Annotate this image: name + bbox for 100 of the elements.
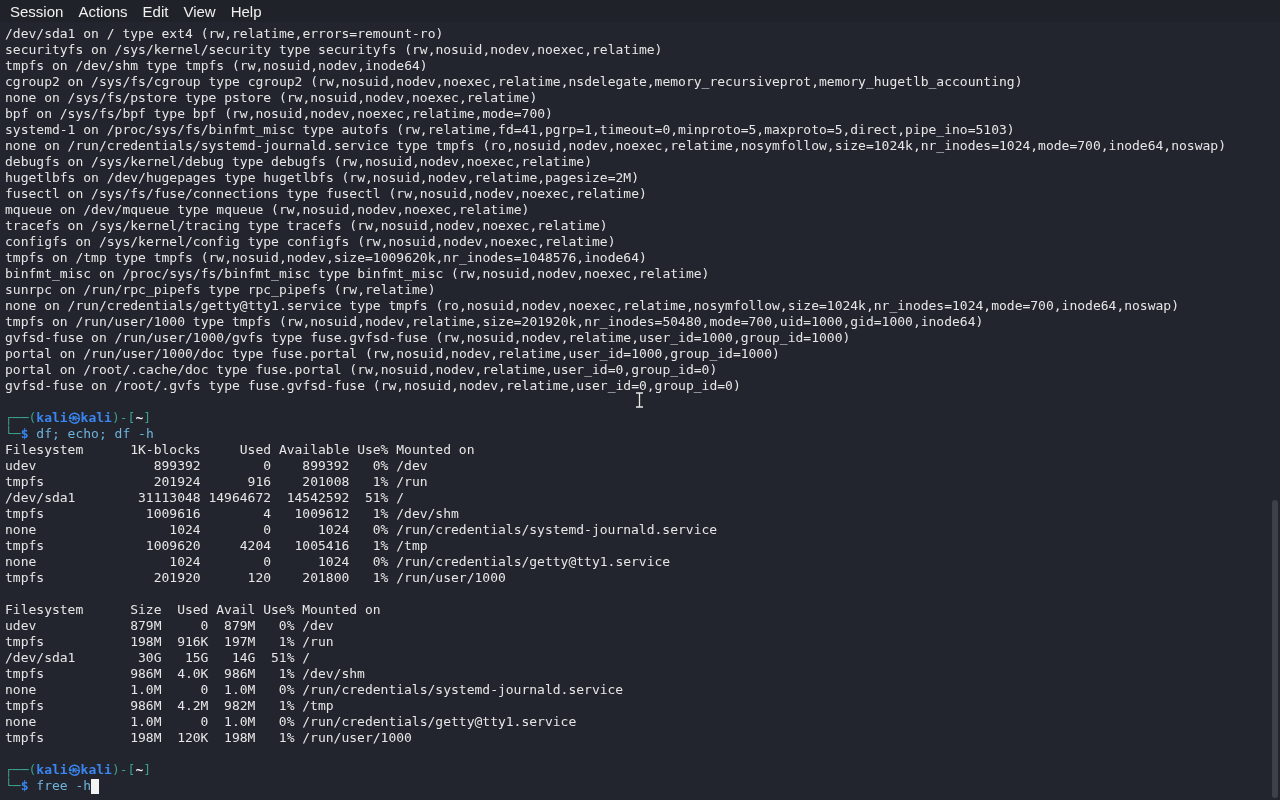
column-header: Size [129, 602, 162, 618]
table-cell-text: 1% [277, 666, 295, 682]
table-cell-text: 14542592 [285, 490, 350, 506]
table-cell-text: 1.0M [129, 714, 162, 730]
output-line: cgroup2 on /sys/fs/cgroup type cgroup2 (rw,nosuid,nodev,noexec,relatime,nsdelegate,memory_recursiveprot,memory_hugetlb_accounting) [5, 74, 1024, 90]
column-header: Avail [216, 602, 256, 618]
table-cell-text: 198M [223, 730, 256, 746]
column-header: Filesystem [5, 602, 85, 618]
output-line: sunrpc on /run/rpc_pipefs type rpc_pipefs (rw,relatime) [5, 282, 437, 298]
table-cell-text: /dev [302, 618, 335, 634]
output-line: hugetlbfs on /dev/hugepages type hugetlbfs (rw,nosuid,nodev,relatime,pagesize=2M) [5, 170, 640, 186]
table-cell-text: 15G [183, 650, 209, 666]
table-cell-text: / [302, 650, 312, 666]
output-line: tracefs on /sys/kernel/tracing type tracefs (rw,nosuid,nodev,noexec,relatime) [5, 218, 609, 234]
output-line: bpf on /sys/fs/bpf type bpf (rw,nosuid,nodev,noexec,relatime,mode=700) [5, 106, 554, 122]
table-cell-text: 916K [176, 634, 209, 650]
ibeam-pointer-icon [635, 392, 644, 408]
table-cell-text: none [5, 714, 38, 730]
output-line: none on /run/credentials/systemd-journald.service type tmpfs (ro,nosuid,nodev,noexec,relatime,nosymfollow,size=1024k,nr_inodes=1024,mode=700,inode64,noswap) [5, 138, 1227, 154]
table-cell-text: 0% [371, 522, 389, 538]
output-line: portal on /root/.cache/doc type fuse.portal (rw,nosuid,nodev,relatime,user_id=0,group_id=0) [5, 362, 719, 378]
table-cell: 14964672 [208, 490, 272, 506]
table-cell-text: 1% [277, 634, 295, 650]
menu-item[interactable]: View [183, 2, 216, 20]
prompt-line: ┌──(kali㉿kali)-[~] [5, 410, 152, 426]
table-cell-text: /dev/shm [302, 666, 366, 682]
table-cell-text: 198M [129, 730, 162, 746]
menu-item[interactable]: Session [10, 2, 64, 20]
table-cell-text: 1024 [317, 554, 350, 570]
table-cell-text: 1% [277, 698, 295, 714]
column-header: Filesystem [5, 442, 85, 458]
table-cell-text: tmpfs [5, 666, 46, 682]
output-line: tmpfs on /dev/shm type tmpfs (rw,nosuid,nodev,inode64) [5, 58, 429, 74]
column-header: Mounted on [302, 602, 382, 618]
output-line: /dev/sda1 on / type ext4 (rw,relatime,errors=remount-ro) [5, 26, 445, 42]
column-header: Use% [357, 442, 389, 458]
menu-item[interactable]: Edit [142, 2, 169, 20]
output-line: tmpfs on /run/user/1000 type tmpfs (rw,nosuid,nodev,relatime,size=201920k,nr_inodes=50480,mode=700,uid=1000,gid=1000,inode64) [5, 314, 985, 330]
table-cell-text: 30G [137, 650, 162, 666]
table-cell-text: /run/user/1000 [302, 730, 413, 746]
output-line: portal on /run/user/1000/doc type fuse.portal (rw,nosuid,nodev,relatime,user_id=1000,group_id=1000) [5, 346, 781, 362]
table-cell-text: 31113048 [137, 490, 201, 506]
table-cell-text: 1% [277, 730, 295, 746]
table-cell-text: 201800 [301, 570, 350, 586]
output-line: fusectl on /sys/fs/fuse/connections type fusectl (rw,nosuid,nodev,noexec,relatime) [5, 186, 648, 202]
menu-item[interactable]: Actions [78, 2, 128, 20]
table-cell-text: 14G [230, 650, 256, 666]
table-cell-text: 0 [199, 714, 209, 730]
table-cell-text: 4.0K [176, 666, 209, 682]
table-cell-text: 0% [277, 714, 295, 730]
table-cell-text: 201008 [301, 474, 350, 490]
table-cell-text: 0% [371, 554, 389, 570]
table-cell-text: / [396, 490, 406, 506]
table-cell-text: none [5, 682, 38, 698]
table-cell-text: 120K [176, 730, 209, 746]
table-cell-text: 1009616 [144, 506, 201, 522]
output-line: tmpfs on /tmp type tmpfs (rw,nosuid,nodev,size=1009620k,nr_inodes=1048576,inode64) [5, 250, 648, 266]
column-header: Used [176, 602, 209, 618]
table-cell-text: 4.2M [176, 698, 209, 714]
scrollbar-thumb[interactable] [1272, 500, 1278, 798]
table-cell-text: 982M [223, 698, 256, 714]
table-cell-text: /tmp [396, 538, 429, 554]
table-cell-text: 1% [371, 538, 389, 554]
table-cell-text: none [5, 522, 38, 538]
table-cell-text: 1% [371, 506, 389, 522]
table-cell-text: 0 [199, 618, 209, 634]
table-cell-text: 879M [129, 618, 162, 634]
table-cell-text: /run/credentials/systemd-journald.service [396, 522, 719, 538]
table-cell-text: 0% [277, 682, 295, 698]
table-cell-text: 4204 [238, 538, 272, 554]
output-line: binfmt_misc on /proc/sys/fs/binfmt_misc type binfmt_misc (rw,nosuid,nodev,noexec,relatime) [5, 266, 711, 282]
table-cell-text: 1.0M [129, 682, 162, 698]
table-cell-text: 986M [129, 666, 162, 682]
command-line: └─$ df; echo; df -h [5, 426, 154, 442]
table-cell-text: udev [5, 458, 38, 474]
output-line: securityfs on /sys/kernel/security type securityfs (rw,nosuid,nodev,noexec,relatime) [5, 42, 664, 58]
table-cell-text: 201924 [152, 474, 201, 490]
prompt-line: ┌──(kali㉿kali)-[~] [5, 762, 152, 778]
column-header: Mounted on [396, 442, 476, 458]
output-line: none on /run/credentials/getty@tty1.service type tmpfs (ro,nosuid,nodev,noexec,relatime,nosymfollow,size=1024k,nr_inodes=1024,mode=700,inode64,noswap) [5, 298, 1180, 314]
table-cell-text: udev [5, 618, 38, 634]
table-cell-text: /dev [396, 458, 429, 474]
table-cell-text: tmpfs [5, 538, 46, 554]
table-cell-text: 0 [199, 682, 209, 698]
table-cell-text: 4 [262, 506, 272, 522]
table-cell-text: /run [302, 634, 335, 650]
table-cell-text: 1009620 [144, 538, 201, 554]
menu-item[interactable]: Help [230, 2, 262, 20]
table-cell-text: 916 [246, 474, 272, 490]
output-line: gvfsd-fuse on /root/.gvfs type fuse.gvfsd-fuse (rw,nosuid,nodev,relatime,user_id=0,group_id=0) [5, 378, 742, 394]
table-cell-text: 0% [277, 618, 295, 634]
output-line: gvfsd-fuse on /run/user/1000/gvfs type fuse.gvfsd-fuse (rw,nosuid,nodev,relatime,user_id=1000,group_id=1000) [5, 330, 852, 346]
table-cell-text: 986M [223, 666, 256, 682]
table-cell-text: /run/credentials/systemd-journald.service [302, 682, 625, 698]
table-cell-text: 1024 [168, 522, 201, 538]
table-cell-text: 201920 [152, 570, 201, 586]
table-cell-text: /run/user/1000 [396, 570, 507, 586]
table-cell-text: 51% [363, 490, 389, 506]
table-cell-text: none [5, 554, 38, 570]
table-cell-text: /dev/shm [396, 506, 460, 522]
